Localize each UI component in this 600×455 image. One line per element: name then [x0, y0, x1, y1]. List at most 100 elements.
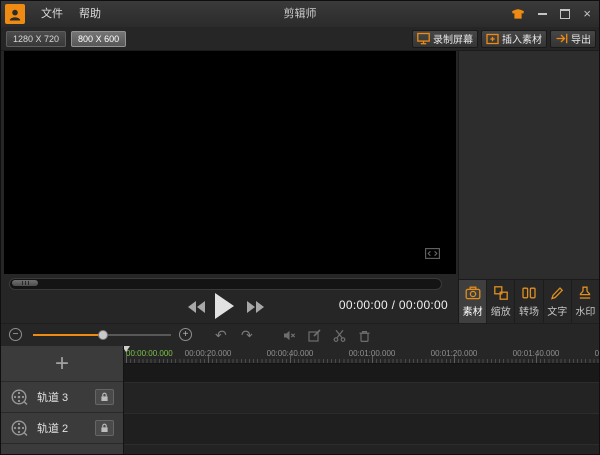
zoom-slider-handle[interactable]: [98, 330, 108, 340]
lane-track-2: [124, 414, 599, 445]
seek-bar[interactable]: [9, 278, 442, 290]
grip-line: [28, 281, 29, 285]
cut-button[interactable]: [333, 329, 346, 347]
track-header-column: + 轨道 3: [1, 346, 124, 454]
app-logo-icon: [5, 4, 25, 24]
export-button[interactable]: 导出: [550, 30, 596, 48]
timeline-ruler[interactable]: 00:00:00.000 00:00:20.000 00:00:40.000 0…: [124, 346, 599, 364]
grip-line: [25, 281, 26, 285]
edit-button[interactable]: [308, 329, 321, 347]
lock-button[interactable]: [95, 389, 114, 405]
zoom-out-button[interactable]: −: [9, 328, 22, 341]
menu-item-file[interactable]: 文件: [33, 1, 71, 27]
ruler-label: 00:01:20.000: [431, 349, 478, 358]
menu-item-help[interactable]: 帮助: [71, 1, 109, 27]
right-panel: 素材 缩放 转场 文字: [458, 51, 599, 323]
timecode: 00:00:00 / 00:00:00: [339, 298, 448, 312]
lane-strip: [124, 364, 599, 383]
reel-icon: [10, 419, 28, 437]
lane-rest: [124, 445, 599, 454]
fit-screen-icon[interactable]: [425, 246, 440, 264]
minimize-icon: [538, 13, 547, 15]
mute-button[interactable]: [283, 329, 296, 347]
transport-bar: 00:00:00 / 00:00:00: [4, 290, 456, 323]
track-row-2[interactable]: 轨道 2: [1, 413, 123, 444]
insert-media-icon: [486, 32, 499, 45]
tab-watermark-label: 水印: [575, 303, 595, 318]
titlebar: 文件 帮助 剪辑师 ×: [1, 1, 599, 27]
main-toolbar: 1280 X 720 800 X 600 录制屏幕 插入素材: [1, 27, 599, 51]
panel-tabs: 素材 缩放 转场 文字: [459, 279, 599, 323]
timeline: + 轨道 3: [1, 346, 599, 454]
tab-material[interactable]: 素材: [459, 280, 486, 323]
record-screen-icon: [417, 32, 430, 45]
edit-icon: [308, 329, 321, 342]
timeline-toolbar: − + ↶ ↷: [1, 323, 599, 346]
tab-text-label: 文字: [547, 303, 567, 318]
seek-thumb[interactable]: [12, 280, 38, 286]
rewind-icon: [188, 301, 205, 313]
ruler-label: 00:00:40.000: [267, 349, 314, 358]
scale-icon: [493, 285, 509, 301]
zoom-slider[interactable]: [33, 334, 171, 336]
stamp-icon: [577, 285, 593, 301]
add-track-label: +: [55, 350, 69, 378]
preview-area: [4, 51, 456, 274]
pencil-icon: [549, 285, 565, 301]
resolution-button-800x600[interactable]: 800 X 600: [71, 31, 126, 47]
reel-icon: [10, 388, 28, 406]
tab-zoom[interactable]: 缩放: [486, 280, 514, 323]
tab-watermark[interactable]: 水印: [571, 280, 599, 323]
zoom-in-button[interactable]: +: [179, 328, 192, 341]
trash-icon: [358, 329, 371, 342]
tab-material-label: 素材: [463, 303, 483, 318]
maximize-icon: [560, 9, 570, 19]
forward-button[interactable]: [247, 300, 264, 318]
ruler-label: 00:01:00.000: [349, 349, 396, 358]
insert-media-label: 插入素材: [502, 31, 542, 46]
zoom-slider-fill: [33, 334, 102, 336]
lock-icon: [100, 392, 109, 402]
export-icon: [555, 32, 568, 45]
track-label: 轨道 3: [37, 389, 95, 405]
resolution-button-1280x720[interactable]: 1280 X 720: [6, 31, 66, 47]
add-track-button[interactable]: +: [1, 346, 123, 382]
undo-button[interactable]: ↶: [215, 326, 227, 344]
rewind-button[interactable]: [188, 300, 205, 318]
ruler-label: 00:02:00.000: [595, 349, 599, 358]
record-screen-label: 录制屏幕: [433, 31, 473, 46]
media-bin: [459, 51, 599, 279]
track-row-3[interactable]: 轨道 3: [1, 382, 123, 413]
record-screen-button[interactable]: 录制屏幕: [412, 30, 478, 48]
lane-track-3: [124, 383, 599, 414]
play-button[interactable]: [215, 293, 235, 324]
export-label: 导出: [571, 31, 591, 46]
app-window: 文件 帮助 剪辑师 × 1280 X 720 800 X 600: [0, 0, 600, 455]
transition-icon: [521, 285, 537, 301]
camera-icon: [465, 285, 481, 301]
playhead-marker[interactable]: [124, 346, 130, 352]
tab-text[interactable]: 文字: [543, 280, 571, 323]
skin-icon[interactable]: [511, 9, 525, 20]
ruler-label-current: 00:00:00.000: [126, 349, 173, 358]
minimize-button[interactable]: [538, 13, 547, 15]
tab-zoom-label: 缩放: [491, 303, 511, 318]
timeline-lanes: 00:00:00.000 00:00:20.000 00:00:40.000 0…: [124, 346, 599, 454]
scissors-icon: [333, 329, 346, 342]
tab-transition-label: 转场: [519, 303, 539, 318]
redo-button[interactable]: ↷: [241, 326, 253, 344]
forward-icon: [247, 301, 264, 313]
ruler-label: 00:00:20.000: [185, 349, 232, 358]
insert-media-button[interactable]: 插入素材: [481, 30, 547, 48]
speaker-mute-icon: [283, 329, 296, 342]
grip-line: [22, 281, 23, 285]
play-icon: [215, 293, 235, 319]
window-controls: ×: [511, 1, 591, 27]
close-button[interactable]: ×: [583, 1, 591, 27]
maximize-button[interactable]: [560, 9, 570, 19]
lock-button[interactable]: [95, 420, 114, 436]
track-label: 轨道 2: [37, 420, 95, 436]
tab-transition[interactable]: 转场: [514, 280, 542, 323]
ruler-label: 00:01:40.000: [513, 349, 560, 358]
delete-button[interactable]: [358, 329, 371, 347]
